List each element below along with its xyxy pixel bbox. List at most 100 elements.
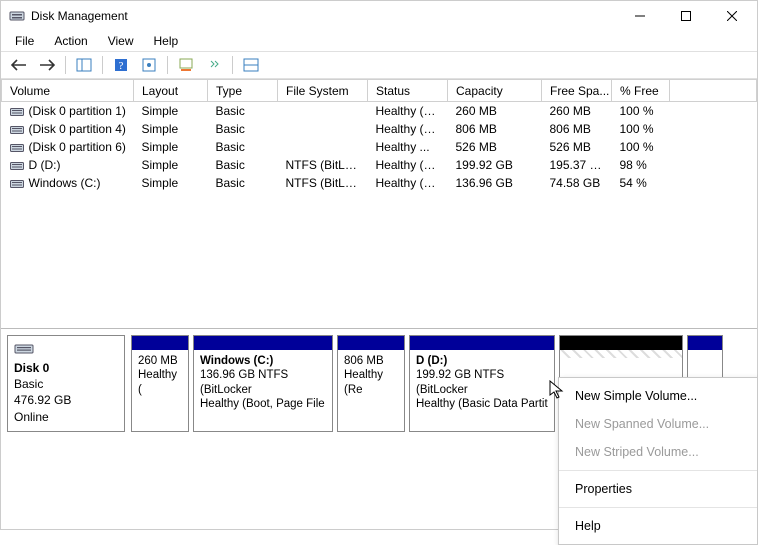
volume-layout: Simple xyxy=(134,120,208,138)
volume-filesystem: NTFS (BitLo... xyxy=(278,174,368,192)
ctx-new-striped-volume: New Striped Volume... xyxy=(559,438,757,466)
volume-status: Healthy ... xyxy=(368,138,448,156)
drive-icon xyxy=(10,106,24,116)
volume-layout: Simple xyxy=(134,156,208,174)
partition-line: 136.96 GB NTFS (BitLocker xyxy=(200,368,326,397)
menu-file[interactable]: File xyxy=(5,32,44,50)
volume-capacity: 526 MB xyxy=(448,138,542,156)
col-capacity[interactable]: Capacity xyxy=(448,80,542,102)
col-pctfree[interactable]: % Free xyxy=(612,80,670,102)
menu-help[interactable]: Help xyxy=(144,32,189,50)
partition-line: 806 MB xyxy=(344,354,398,368)
menu-action[interactable]: Action xyxy=(44,32,97,50)
volume-layout: Simple xyxy=(134,138,208,156)
volume-capacity: 260 MB xyxy=(448,102,542,120)
context-menu: New Simple Volume... New Spanned Volume.… xyxy=(558,377,758,545)
volume-name: Windows (C:) xyxy=(29,176,101,190)
volume-pctfree: 54 % xyxy=(612,174,670,192)
partition-line: 199.92 GB NTFS (BitLocker xyxy=(416,368,548,397)
volume-pctfree: 98 % xyxy=(612,156,670,174)
volume-row[interactable]: (Disk 0 partition 1)SimpleBasicHealthy (… xyxy=(2,102,757,120)
partition-block[interactable]: 806 MBHealthy (Re xyxy=(337,335,405,432)
volume-freespace: 260 MB xyxy=(542,102,612,120)
volume-layout: Simple xyxy=(134,102,208,120)
volume-pctfree: 100 % xyxy=(612,120,670,138)
col-status[interactable]: Status xyxy=(368,80,448,102)
volume-filesystem xyxy=(278,138,368,156)
partition-name: D (D:) xyxy=(416,354,548,368)
ctx-properties[interactable]: Properties xyxy=(559,475,757,503)
ctx-new-simple-volume[interactable]: New Simple Volume... xyxy=(559,382,757,410)
volume-table: Volume Layout Type File System Status Ca… xyxy=(1,79,757,192)
menu-view[interactable]: View xyxy=(98,32,144,50)
list-view-toolbar-button[interactable] xyxy=(202,54,226,76)
volume-type: Basic xyxy=(208,156,278,174)
drive-icon xyxy=(10,142,24,152)
partition-name: Windows (C:) xyxy=(200,354,326,368)
ctx-help[interactable]: Help xyxy=(559,512,757,540)
disk-info-panel[interactable]: Disk 0 Basic 476.92 GB Online xyxy=(7,335,125,432)
partition-block[interactable]: 260 MBHealthy ( xyxy=(131,335,189,432)
toolbar: ? xyxy=(1,51,757,79)
col-freespace[interactable]: Free Spa... xyxy=(542,80,612,102)
disk-size: 476.92 GB xyxy=(14,392,118,408)
volume-name: D (D:) xyxy=(29,158,61,172)
volume-type: Basic xyxy=(208,102,278,120)
volume-name: (Disk 0 partition 1) xyxy=(29,104,126,118)
back-button[interactable] xyxy=(7,54,31,76)
graphic-view-toolbar-button[interactable] xyxy=(239,54,263,76)
app-icon xyxy=(9,8,25,24)
partition-stripe xyxy=(132,336,188,350)
volume-type: Basic xyxy=(208,120,278,138)
help-toolbar-button[interactable]: ? xyxy=(109,54,133,76)
volume-row[interactable]: (Disk 0 partition 6) SimpleBasic Healthy .… xyxy=(2,138,757,156)
col-filesystem[interactable]: File System xyxy=(278,80,368,102)
forward-button[interactable] xyxy=(35,54,59,76)
volume-list[interactable]: Volume Layout Type File System Status Ca… xyxy=(1,79,757,329)
partition-stripe xyxy=(194,336,332,350)
volume-capacity: 199.92 GB xyxy=(448,156,542,174)
window-controls xyxy=(617,1,755,31)
show-hide-tree-button[interactable] xyxy=(72,54,96,76)
partition-block[interactable]: D (D:)199.92 GB NTFS (BitLockerHealthy (… xyxy=(409,335,555,432)
minimize-button[interactable] xyxy=(617,1,663,31)
volume-row[interactable]: D (D:)SimpleBasicNTFS (BitLo...Healthy (… xyxy=(2,156,757,174)
col-type[interactable]: Type xyxy=(208,80,278,102)
partition-line: 260 MB xyxy=(138,354,182,368)
volume-row[interactable]: Windows (C:)SimpleBasicNTFS (BitLo...Hea… xyxy=(2,174,757,192)
col-layout[interactable]: Layout xyxy=(134,80,208,102)
maximize-button[interactable] xyxy=(663,1,709,31)
menu-bar: File Action View Help xyxy=(1,31,757,51)
settings-toolbar-button[interactable] xyxy=(137,54,161,76)
col-spacer xyxy=(670,80,757,102)
refresh-toolbar-button[interactable] xyxy=(174,54,198,76)
partition-line: Healthy (Boot, Page File xyxy=(200,397,326,411)
volume-freespace: 526 MB xyxy=(542,138,612,156)
volume-type: Basic xyxy=(208,138,278,156)
title-bar: Disk Management xyxy=(1,1,757,31)
volume-freespace: 806 MB xyxy=(542,120,612,138)
disk-icon xyxy=(14,342,34,356)
partition-stripe xyxy=(560,336,682,350)
volume-filesystem xyxy=(278,120,368,138)
toolbar-separator xyxy=(232,56,233,74)
partition-line: Healthy (Basic Data Partit xyxy=(416,397,548,411)
volume-row[interactable]: (Disk 0 partition 4)SimpleBasicHealthy (… xyxy=(2,120,757,138)
volume-layout: Simple xyxy=(134,174,208,192)
volume-capacity: 136.96 GB xyxy=(448,174,542,192)
volume-name: (Disk 0 partition 6) xyxy=(29,140,126,154)
volume-status: Healthy (R... xyxy=(368,120,448,138)
toolbar-separator xyxy=(65,56,66,74)
volume-capacity: 806 MB xyxy=(448,120,542,138)
disk-name: Disk 0 xyxy=(14,360,118,376)
partition-block[interactable]: Windows (C:)136.96 GB NTFS (BitLockerHea… xyxy=(193,335,333,432)
drive-icon xyxy=(10,124,24,134)
partition-stripe xyxy=(338,336,404,350)
column-header-row: Volume Layout Type File System Status Ca… xyxy=(2,80,757,102)
col-volume[interactable]: Volume xyxy=(2,80,134,102)
partition-stripe xyxy=(688,336,722,350)
partition-stripe xyxy=(410,336,554,350)
svg-text:?: ? xyxy=(119,60,124,72)
partition-line: Healthy ( xyxy=(138,368,182,397)
close-button[interactable] xyxy=(709,1,755,31)
